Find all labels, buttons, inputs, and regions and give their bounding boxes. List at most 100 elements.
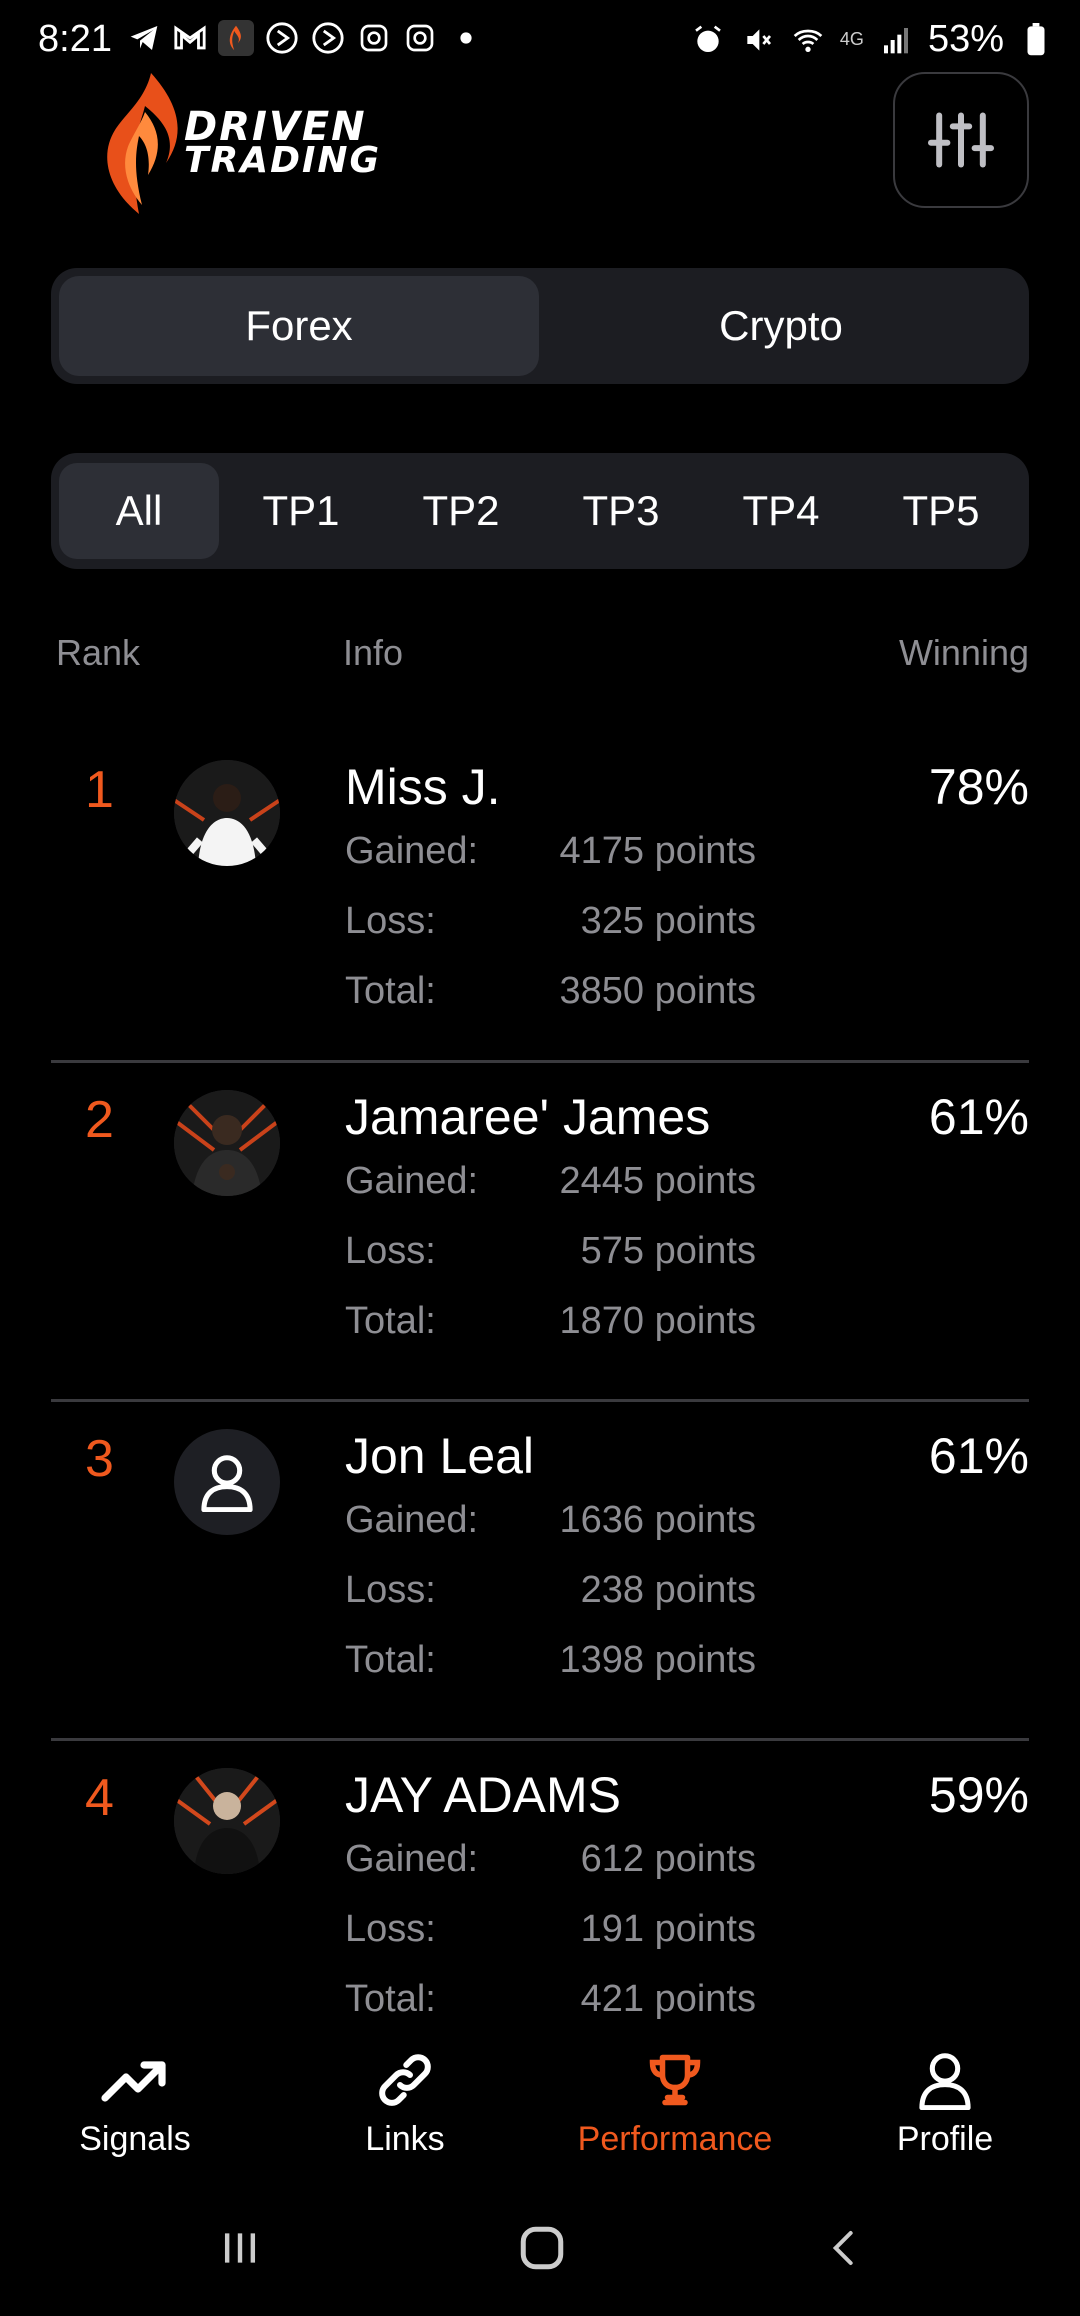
gained-value: 1636 points <box>559 1499 757 1541</box>
gained-label: Gained: <box>345 830 479 872</box>
recent-apps-button[interactable] <box>200 2218 280 2278</box>
play-icon <box>310 20 346 56</box>
logo-wordmark: DRIVEN TRADING <box>184 104 382 181</box>
network-type: 4G <box>839 29 864 49</box>
system-navigation-bar <box>0 2180 1080 2316</box>
tab-forex[interactable]: Forex <box>59 276 539 376</box>
tab-tp1[interactable]: TP1 <box>221 463 381 559</box>
driven-trading-logo: DRIVEN TRADING <box>100 70 410 220</box>
nav-signals[interactable]: Signals <box>0 2050 270 2180</box>
nav-links[interactable]: Links <box>270 2050 540 2180</box>
tab-all[interactable]: All <box>59 463 219 559</box>
column-info: Info <box>343 632 404 673</box>
row-divider <box>51 1738 1029 1741</box>
trader-name: JAY ADAMS <box>345 1767 622 1823</box>
nav-label: Profile <box>896 2120 994 2158</box>
total-value: 3850 points <box>559 970 757 1012</box>
tab-tp2[interactable]: TP2 <box>381 463 541 559</box>
rank-number: 1 <box>85 761 114 819</box>
dot-icon <box>448 20 484 56</box>
nav-performance[interactable]: Performance <box>540 2050 810 2180</box>
market-selector: Forex Crypto <box>51 268 1029 384</box>
loss-value: 325 points <box>580 900 756 942</box>
loss-value: 238 points <box>580 1569 756 1611</box>
gained-value: 612 points <box>580 1838 756 1880</box>
rank-number: 3 <box>85 1430 114 1488</box>
bottom-navigation: Signals Links Performance Profile <box>0 2040 1080 2180</box>
trader-name: Miss J. <box>345 759 501 815</box>
back-icon <box>832 2231 853 2265</box>
gmail-icon <box>172 20 208 56</box>
telegram-icon <box>126 20 162 56</box>
home-icon <box>520 2226 564 2270</box>
total-label: Total: <box>345 1978 436 2020</box>
column-winning: Winning <box>898 632 1029 673</box>
avatar <box>174 1429 280 1535</box>
loss-value: 191 points <box>580 1908 756 1950</box>
loss-label: Loss: <box>345 900 436 942</box>
nav-profile[interactable]: Profile <box>810 2050 1080 2180</box>
back-button[interactable] <box>804 2218 884 2278</box>
leaderboard-row[interactable]: 2 Jamaree' James 61% Gained: 2445 points… <box>51 1060 1029 1400</box>
winning-percent: 78% <box>928 759 1029 815</box>
leaderboard-row[interactable]: 4 JAY ADAMS 59% Gained: 612 points Loss:… <box>51 1738 1029 2038</box>
trending-up-icon <box>101 2061 166 2102</box>
nav-label: Performance <box>577 2120 773 2158</box>
trader-name: Jamaree' James <box>345 1089 711 1145</box>
user-placeholder-icon <box>201 1455 253 1512</box>
rank-number: 4 <box>85 1769 114 1827</box>
total-label: Total: <box>345 1300 436 1342</box>
logo-line1: DRIVEN <box>184 104 367 150</box>
winning-percent: 61% <box>928 1089 1029 1145</box>
tab-tp5[interactable]: TP5 <box>861 463 1021 559</box>
tp-filter-tabs: All TP1 TP2 TP3 TP4 TP5 <box>51 453 1029 569</box>
alarm-icon <box>690 22 726 58</box>
instagram-icon <box>356 20 392 56</box>
trophy-icon <box>649 2054 701 2106</box>
filter-button[interactable] <box>893 72 1029 208</box>
row-divider <box>51 1060 1029 1063</box>
tab-tp4[interactable]: TP4 <box>701 463 861 559</box>
total-value: 1870 points <box>559 1300 757 1342</box>
gained-label: Gained: <box>345 1499 479 1541</box>
instagram-icon <box>402 20 438 56</box>
trader-name: Jon Leal <box>345 1428 535 1484</box>
status-bar: 8:21 4G 53% <box>0 0 1080 76</box>
total-label: Total: <box>345 1639 436 1681</box>
loss-label: Loss: <box>345 1569 436 1611</box>
loss-value: 575 points <box>580 1230 756 1272</box>
logo-line2: TRADING <box>184 140 382 181</box>
status-time: 8:21 <box>38 18 112 60</box>
avatar <box>174 1090 280 1196</box>
gained-label: Gained: <box>345 1838 479 1880</box>
rank-number: 2 <box>85 1091 114 1149</box>
tab-tp3[interactable]: TP3 <box>541 463 701 559</box>
tab-crypto[interactable]: Crypto <box>541 276 1021 376</box>
leaderboard-row[interactable]: 3 Jon Leal 61% Gained: 1636 points Loss:… <box>51 1399 1029 1739</box>
gained-label: Gained: <box>345 1160 479 1202</box>
flame-logo-icon <box>107 73 178 214</box>
gained-value: 4175 points <box>559 830 757 872</box>
avatar <box>174 760 280 866</box>
home-button[interactable] <box>502 2218 582 2278</box>
mute-icon <box>740 22 776 58</box>
system-icons: 4G 53% <box>690 18 1054 61</box>
recents-icon <box>224 2233 256 2263</box>
row-divider <box>51 1399 1029 1402</box>
nav-label: Links <box>365 2120 445 2158</box>
leaderboard-row[interactable]: 1 Miss J. 78% Gained: 4175 points Loss: … <box>51 730 1029 1070</box>
total-label: Total: <box>345 970 436 1012</box>
winning-percent: 59% <box>928 1767 1029 1823</box>
loss-label: Loss: <box>345 1908 436 1950</box>
user-icon <box>919 2053 971 2110</box>
battery-percent: 53% <box>927 18 1004 60</box>
avatar <box>174 1768 280 1874</box>
winning-percent: 61% <box>928 1428 1029 1484</box>
battery-icon <box>1018 22 1054 58</box>
gained-value: 2445 points <box>559 1160 757 1202</box>
total-value: 421 points <box>580 1978 756 2020</box>
signal-icon <box>878 22 914 58</box>
column-rank: Rank <box>56 632 141 673</box>
play-icon <box>264 20 300 56</box>
nav-label: Signals <box>79 2120 191 2158</box>
